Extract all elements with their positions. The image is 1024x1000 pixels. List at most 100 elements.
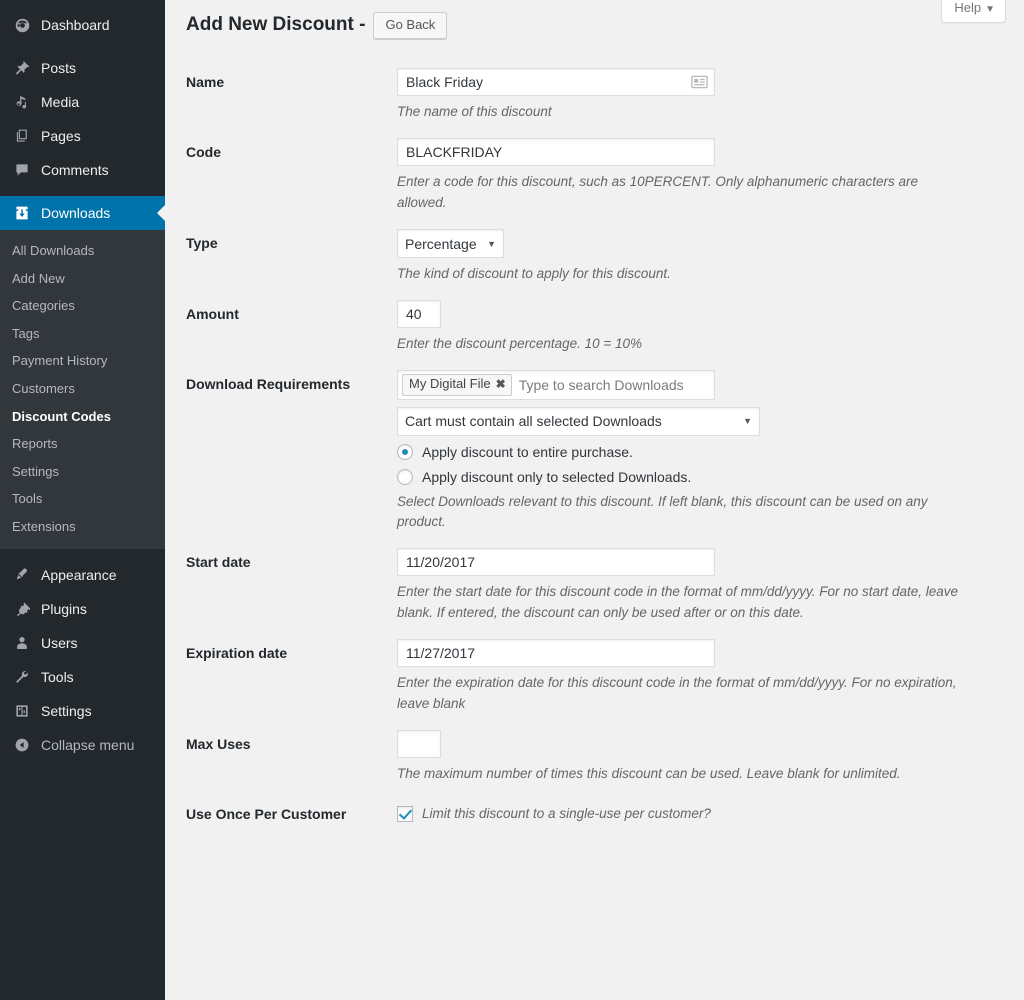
sidebar-item-users[interactable]: Users <box>0 626 165 660</box>
name-label: Name <box>165 53 397 91</box>
sidebar-divider <box>0 187 165 196</box>
plug-icon <box>12 599 32 619</box>
sidebar-item-label: Tools <box>41 670 74 684</box>
sliders-icon <box>12 701 32 721</box>
type-description: The kind of discount to apply for this d… <box>397 264 965 285</box>
type-select[interactable]: Percentage <box>397 229 504 258</box>
submenu-item-tags[interactable]: Tags <box>0 320 165 348</box>
sidebar-item-media[interactable]: Media <box>0 85 165 119</box>
code-field-cell: Enter a code for this discount, such as … <box>397 123 1024 214</box>
sidebar-item-appearance[interactable]: Appearance <box>0 558 165 592</box>
start-date-input[interactable] <box>397 548 715 576</box>
form-row-use-once: Use Once Per Customer Limit this discoun… <box>165 785 1024 824</box>
download-requirements-label: Download Requirements <box>165 355 397 393</box>
sidebar-item-dashboard[interactable]: Dashboard <box>0 8 165 42</box>
use-once-checkbox[interactable] <box>397 806 413 822</box>
admin-page: Dashboard Posts Media Pages <box>0 0 1024 1000</box>
sidebar-item-posts[interactable]: Posts <box>0 51 165 85</box>
submenu-item-reports[interactable]: Reports <box>0 430 165 458</box>
amount-input[interactable] <box>397 300 441 328</box>
form-row-max-uses: Max Uses The maximum number of times thi… <box>165 715 1024 785</box>
sidebar-item-comments[interactable]: Comments <box>0 153 165 187</box>
main-content: Help▼ Add New Discount - Go Back Name Th… <box>165 0 1024 1000</box>
submenu-item-tools[interactable]: Tools <box>0 485 165 513</box>
page-header: Add New Discount - Go Back <box>165 0 1024 39</box>
sidebar-item-tools[interactable]: Tools <box>0 660 165 694</box>
form-row-amount: Amount Enter the discount percentage. 10… <box>165 285 1024 355</box>
submenu-item-payment-history[interactable]: Payment History <box>0 347 165 375</box>
radio-row-selected-downloads[interactable]: Apply discount only to selected Download… <box>397 469 1004 486</box>
admin-sidebar: Dashboard Posts Media Pages <box>0 0 165 1000</box>
sidebar-item-downloads[interactable]: Downloads <box>0 196 165 230</box>
submenu-item-discount-codes[interactable]: Discount Codes <box>0 403 165 431</box>
submenu-item-all-downloads[interactable]: All Downloads <box>0 237 165 265</box>
submenu-item-settings[interactable]: Settings <box>0 458 165 486</box>
expiration-date-field-cell: Enter the expiration date for this disco… <box>397 624 1024 715</box>
sidebar-item-settings[interactable]: Settings <box>0 694 165 728</box>
sidebar-item-plugins[interactable]: Plugins <box>0 592 165 626</box>
max-uses-description: The maximum number of times this discoun… <box>397 764 997 785</box>
sidebar-item-label: Pages <box>41 129 81 143</box>
submenu-item-extensions[interactable]: Extensions <box>0 513 165 541</box>
form-row-expiration-date: Expiration date Enter the expiration dat… <box>165 624 1024 715</box>
radio-entire-purchase[interactable] <box>397 444 413 460</box>
download-requirements-description: Select Downloads relevant to this discou… <box>397 492 977 534</box>
code-input[interactable] <box>397 138 715 166</box>
media-icon <box>12 92 32 112</box>
sidebar-item-collapse-menu[interactable]: Collapse menu <box>0 728 165 762</box>
start-date-label: Start date <box>165 533 397 571</box>
form-row-type: Type Percentage The kind of discount to … <box>165 214 1024 285</box>
radio-selected-downloads-label[interactable]: Apply discount only to selected Download… <box>422 469 691 486</box>
form-row-start-date: Start date Enter the start date for this… <box>165 533 1024 624</box>
radio-entire-purchase-label[interactable]: Apply discount to entire purchase. <box>422 444 633 461</box>
expiration-date-input[interactable] <box>397 639 715 667</box>
sidebar-item-label: Posts <box>41 61 76 75</box>
discount-form: Name The name of this discount Code <box>165 53 1024 824</box>
code-label: Code <box>165 123 397 161</box>
sidebar-divider <box>0 549 165 558</box>
condition-select-wrapper: Cart must contain all selected Downloads <box>397 407 760 436</box>
downloads-submenu: All Downloads Add New Categories Tags Pa… <box>0 230 165 549</box>
sidebar-item-label: Dashboard <box>41 18 110 32</box>
sidebar-item-label: Users <box>41 636 78 650</box>
form-row-download-requirements: Download Requirements My Digital File ✖ … <box>165 355 1024 533</box>
sidebar-item-label: Media <box>41 95 79 109</box>
submenu-item-customers[interactable]: Customers <box>0 375 165 403</box>
sidebar-item-pages[interactable]: Pages <box>0 119 165 153</box>
help-tab-button[interactable]: Help▼ <box>941 0 1006 23</box>
page-title: Add New Discount - <box>186 13 365 38</box>
go-back-button[interactable]: Go Back <box>373 12 447 39</box>
pages-icon <box>12 126 32 146</box>
downloads-search-input[interactable] <box>517 376 710 394</box>
submenu-item-categories[interactable]: Categories <box>0 292 165 320</box>
use-once-field-cell: Limit this discount to a single-use per … <box>397 785 1024 824</box>
sidebar-item-label: Collapse menu <box>41 738 134 752</box>
dashboard-icon <box>12 15 32 35</box>
radio-row-entire-purchase[interactable]: Apply discount to entire purchase. <box>397 444 1004 461</box>
download-token[interactable]: My Digital File ✖ <box>402 374 512 395</box>
form-row-code: Code Enter a code for this discount, suc… <box>165 123 1024 214</box>
user-icon <box>12 633 32 653</box>
sidebar-item-label: Comments <box>41 163 109 177</box>
downloads-token-field[interactable]: My Digital File ✖ <box>397 370 715 400</box>
collapse-arrow-icon <box>12 735 32 755</box>
name-input[interactable] <box>397 68 715 96</box>
download-icon <box>12 203 32 223</box>
amount-field-cell: Enter the discount percentage. 10 = 10% <box>397 285 1024 355</box>
submenu-item-add-new[interactable]: Add New <box>0 265 165 293</box>
sidebar-item-label: Appearance <box>41 568 117 582</box>
name-description: The name of this discount <box>397 102 965 123</box>
radio-selected-downloads[interactable] <box>397 469 413 485</box>
max-uses-input[interactable] <box>397 730 441 758</box>
sidebar-item-label: Plugins <box>41 602 87 616</box>
use-once-checkbox-row[interactable]: Limit this discount to a single-use per … <box>397 805 1004 824</box>
chevron-down-icon: ▼ <box>985 4 995 15</box>
form-row-name: Name The name of this discount <box>165 53 1024 123</box>
type-select-wrapper: Percentage <box>397 229 504 258</box>
download-condition-select[interactable]: Cart must contain all selected Downloads <box>397 407 760 436</box>
download-token-label: My Digital File <box>409 377 491 391</box>
sidebar-divider <box>0 42 165 51</box>
remove-token-icon[interactable]: ✖ <box>496 378 506 391</box>
use-once-checkbox-label[interactable]: Limit this discount to a single-use per … <box>422 805 711 824</box>
condition-select-row: Cart must contain all selected Downloads <box>397 407 1004 436</box>
